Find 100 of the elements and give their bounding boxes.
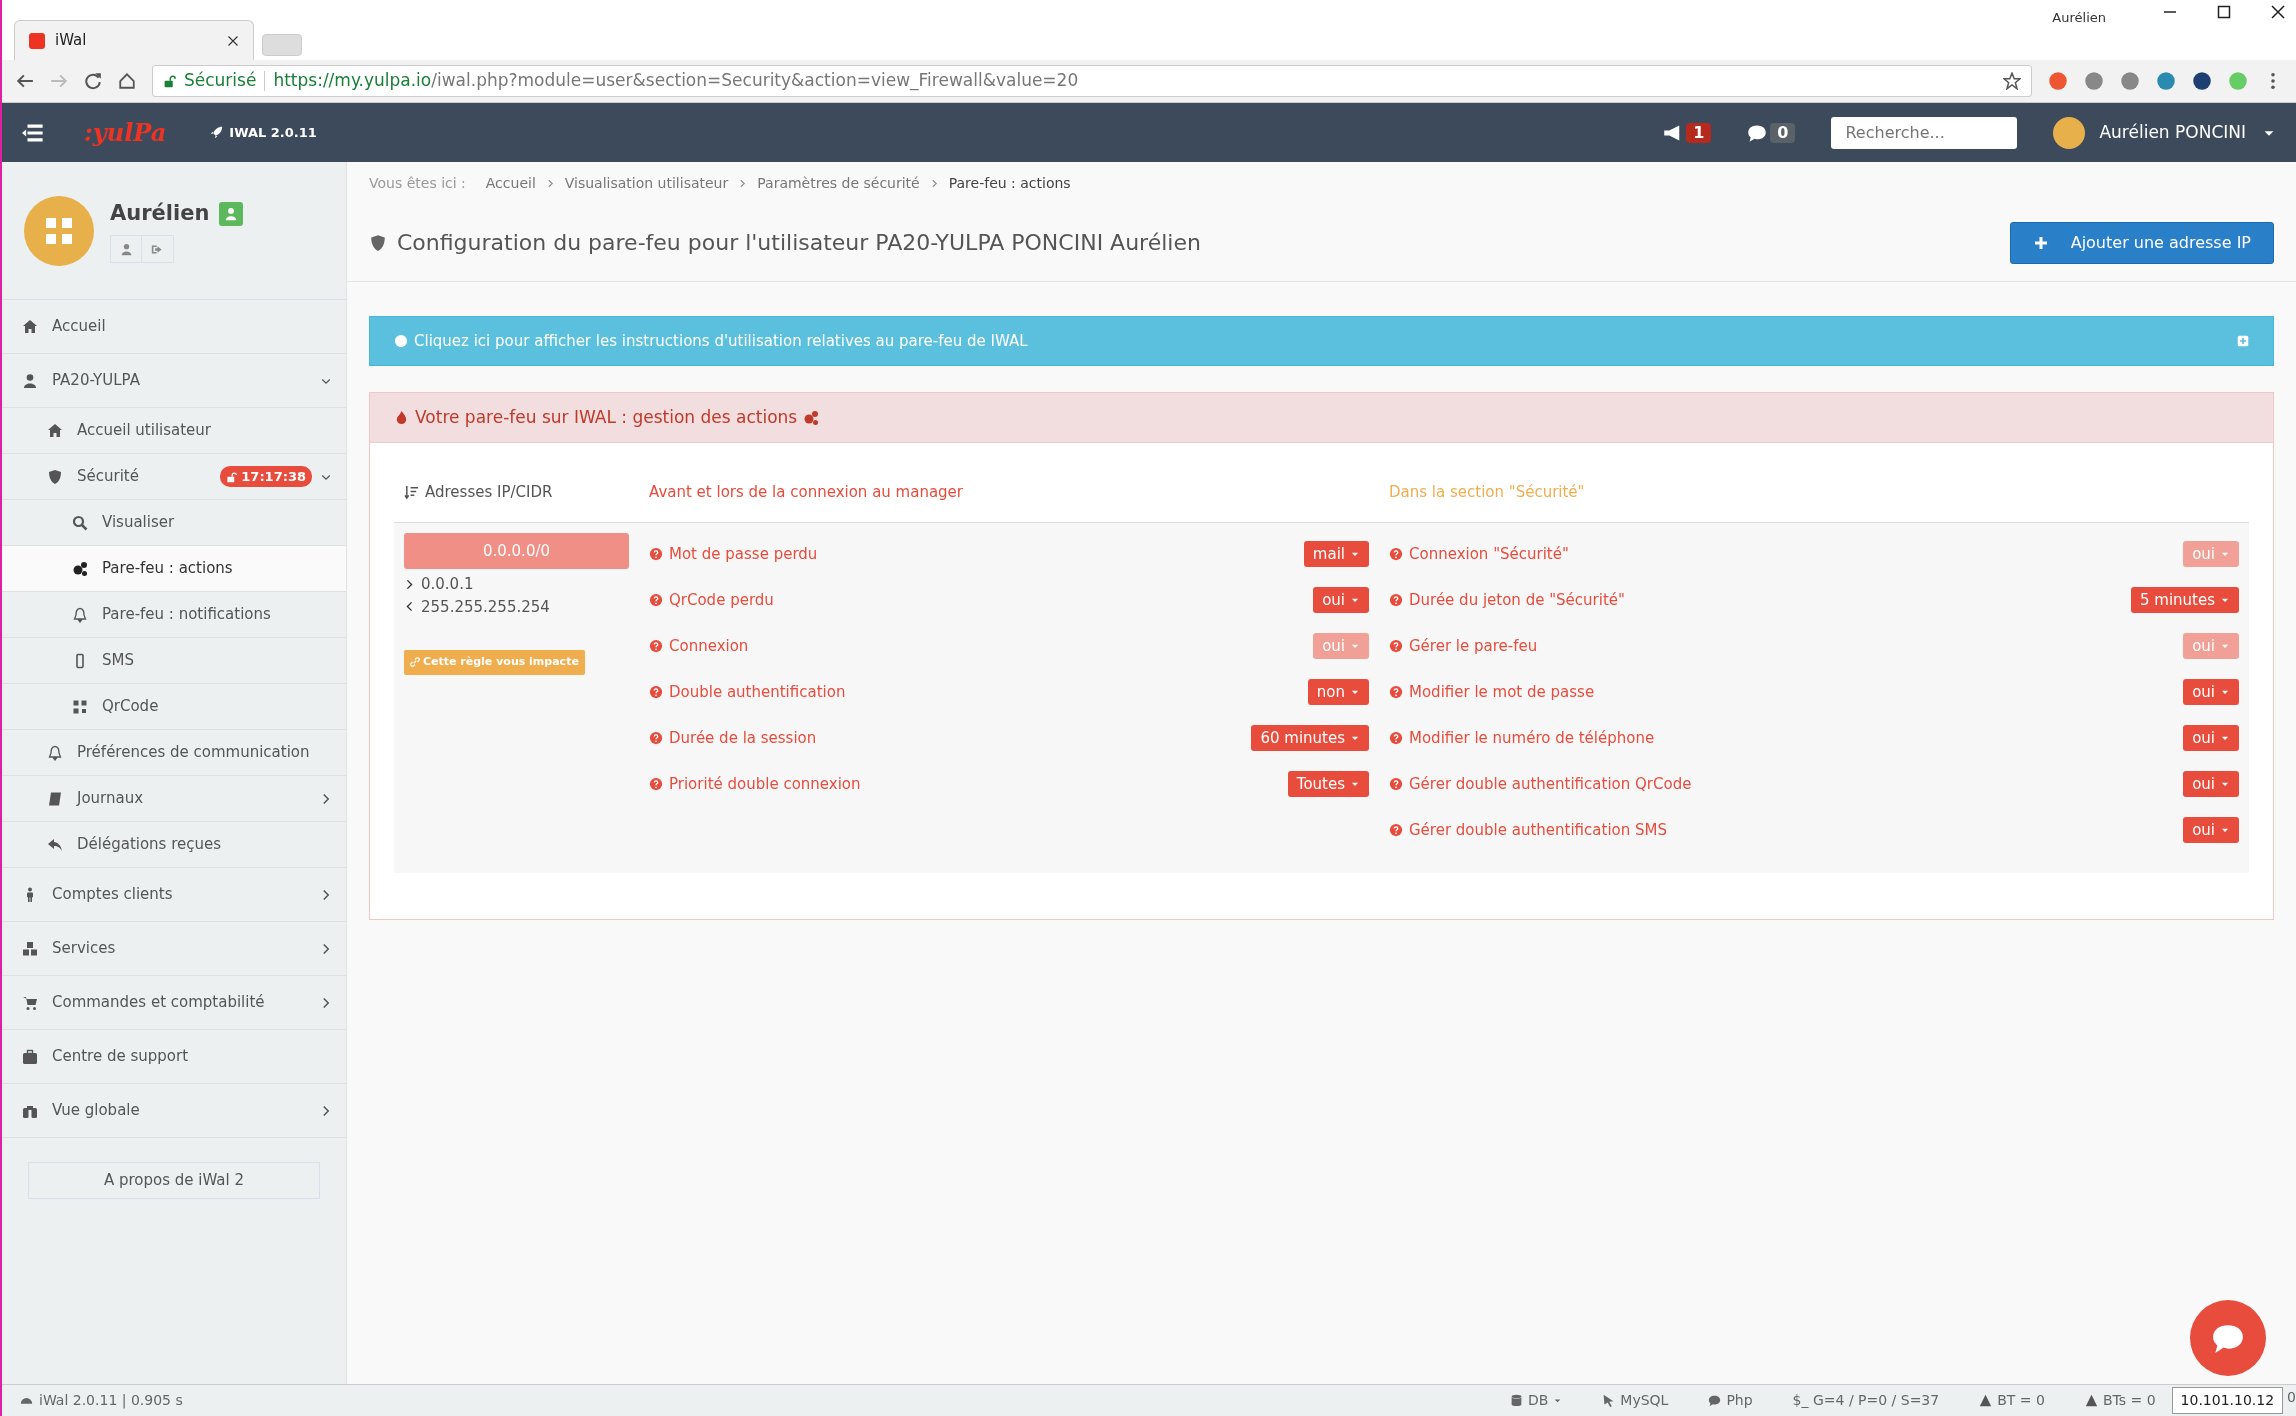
sidebar-item[interactable]: Vue globale xyxy=(2,1084,346,1138)
option-label: Gérer double authentification QrCode xyxy=(1409,773,1693,795)
column-header: Avant et lors de la connexion au manager xyxy=(649,482,963,504)
user-icon xyxy=(22,372,38,389)
option-label: Durée de la session xyxy=(669,727,818,749)
close-icon[interactable] xyxy=(227,34,239,47)
unlock-icon xyxy=(225,471,237,483)
notification-count: 1 xyxy=(1686,122,1712,143)
breadcrumb-label: Vous êtes ici : xyxy=(369,173,466,193)
sidebar-item[interactable]: Accueil xyxy=(2,300,346,354)
home-icon xyxy=(22,318,38,335)
chevron-right-icon xyxy=(929,178,939,188)
breadcrumb-link[interactable]: Paramètres de sécurité xyxy=(757,172,920,194)
qr-code-icon xyxy=(72,698,88,715)
breadcrumb-current: Pare-feu : actions xyxy=(948,173,1071,193)
value-dropdown[interactable]: 60 minutes xyxy=(1251,724,1369,752)
sidebar-item[interactable]: PA20-YULPA xyxy=(2,354,346,408)
address-bar[interactable]: Sécurisé https://my.yulpa.io/iwal.php?module=user&section=Security&action=view_Firewall&value=20 xyxy=(152,65,2032,97)
search-field[interactable]: Recherche... xyxy=(1831,116,2018,149)
value-dropdown[interactable]: oui xyxy=(2183,816,2239,844)
warning-icon xyxy=(2084,1394,2098,1407)
expand-icon xyxy=(2237,335,2249,347)
breadcrumb-link[interactable]: Visualisation utilisateur xyxy=(564,172,729,194)
database-icon xyxy=(1509,1394,1523,1407)
option-label: Mot de passe perdu xyxy=(669,543,819,565)
php-indicator[interactable]: Php xyxy=(1708,1390,1753,1411)
browser-tab[interactable]: iWal xyxy=(14,20,254,60)
value-dropdown[interactable]: mail xyxy=(1303,540,1369,568)
version-link[interactable]: IWAL 2.0.11 xyxy=(210,122,317,143)
medkit-icon xyxy=(22,1048,38,1065)
about-button[interactable]: A propos de iWal 2 xyxy=(28,1162,320,1199)
reload-icon[interactable] xyxy=(84,72,102,90)
option-label: Connexion xyxy=(669,635,750,657)
extension-icon[interactable] xyxy=(2192,71,2212,91)
home-icon xyxy=(47,422,63,439)
bell-icon xyxy=(47,744,63,761)
db-indicator[interactable]: DB xyxy=(1509,1390,1563,1411)
timer-badge: 17:17:38 xyxy=(219,465,312,488)
cubes-icon xyxy=(22,940,38,957)
add-ip-button[interactable]: Ajouter une adresse IP xyxy=(2009,221,2274,264)
sidebar-item[interactable]: Commandes et comptabilité xyxy=(2,976,346,1030)
bts-indicator: BTs = 0 xyxy=(2084,1390,2156,1411)
sidebar-item[interactable]: Centre de support xyxy=(2,1030,346,1084)
column-header: Adresses IP/CIDR xyxy=(425,482,553,504)
option-label: Connexion "Sécurité" xyxy=(1409,543,1570,565)
avatar-icon[interactable] xyxy=(2053,116,2086,149)
sidebar-item[interactable]: SMS xyxy=(2,638,346,684)
value-dropdown[interactable]: oui xyxy=(2183,724,2239,752)
profile-name: Aurélien xyxy=(110,199,210,227)
fire-icon xyxy=(394,410,409,425)
tab-logo-icon xyxy=(29,32,45,49)
caret-icon xyxy=(1553,1396,1563,1405)
home-icon[interactable] xyxy=(118,72,136,90)
logout-icon xyxy=(151,242,164,256)
sidebar-item[interactable]: Pare-feu : actions xyxy=(2,546,346,592)
chevron-left-icon xyxy=(404,601,415,613)
sidebar-item[interactable]: Comptes clients xyxy=(2,868,346,922)
cart-icon xyxy=(22,994,38,1011)
value-dropdown[interactable]: non xyxy=(1307,678,1369,706)
option-label: Modifier le mot de passe xyxy=(1409,681,1596,703)
option-label: Double authentification xyxy=(669,681,847,703)
value-dropdown[interactable]: oui xyxy=(2183,770,2239,798)
sidebar-item[interactable]: Journaux xyxy=(2,776,346,822)
chevron-right-icon xyxy=(545,178,555,188)
close-icon[interactable] xyxy=(2270,4,2286,20)
mysql-indicator[interactable]: MySQL xyxy=(1602,1390,1669,1411)
impact-badge: Cette règle vous impacte xyxy=(404,650,585,675)
ip-start: 0.0.0.1 xyxy=(421,574,474,595)
sidebar-item[interactable]: Pare-feu : notifications xyxy=(2,592,346,638)
sidebar-item[interactable]: Services xyxy=(2,922,346,976)
option-label: Priorité double connexion xyxy=(669,773,862,795)
shield-icon xyxy=(47,468,63,485)
value-dropdown[interactable]: 5 minutes xyxy=(2130,586,2239,614)
sidebar-item[interactable]: QrCode xyxy=(2,684,346,730)
value-dropdown[interactable]: oui xyxy=(1313,586,1369,614)
user-menu[interactable]: Aurélien PONCINI xyxy=(2099,119,2276,146)
app-version: iWal 2.0.11 | 0.905 s xyxy=(20,1390,183,1411)
message-count: 0 xyxy=(1770,122,1796,143)
link-icon xyxy=(410,657,420,668)
shield-icon xyxy=(369,233,387,252)
page-title: Configuration du pare-feu pour l'utilisateur PA20-YULPA PONCINI Aurélien xyxy=(397,229,1202,257)
option-label: Gérer le pare-feu xyxy=(1409,635,1539,657)
sidebar-item[interactable]: Sécurité 17:17:38 xyxy=(2,454,346,500)
option-label: Modifier le numéro de téléphone xyxy=(1409,727,1656,749)
sidebar-item[interactable]: Accueil utilisateur xyxy=(2,408,346,454)
option-label: Durée du jeton de "Sécurité" xyxy=(1409,589,1626,611)
warning-icon xyxy=(1979,1394,1993,1407)
maximize-icon[interactable] xyxy=(2216,4,2232,20)
sidebar-item[interactable]: Délégations reçues xyxy=(2,822,346,868)
bookmark-star-icon[interactable] xyxy=(2003,72,2021,90)
breadcrumb-link[interactable]: Accueil xyxy=(485,172,536,194)
sort-icon xyxy=(404,485,419,500)
avatar-icon xyxy=(24,195,94,266)
sidebar-item[interactable]: Préférences de communication xyxy=(2,730,346,776)
value-dropdown[interactable]: oui xyxy=(2183,678,2239,706)
column-header: Dans la section "Sécurité" xyxy=(1389,482,1585,504)
profile-name: Aurélien xyxy=(2052,9,2106,27)
cidr-label: 0.0.0.0/0 xyxy=(404,533,629,569)
value-dropdown[interactable]: Toutes xyxy=(1287,770,1369,798)
back-icon[interactable] xyxy=(16,72,34,90)
